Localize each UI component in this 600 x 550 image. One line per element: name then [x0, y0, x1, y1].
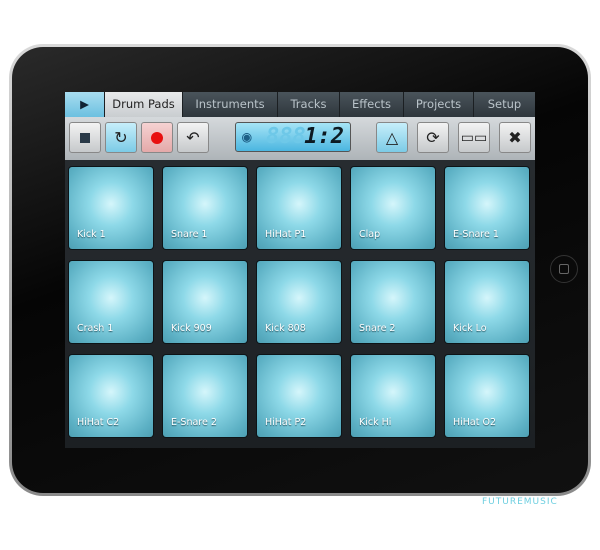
- tab-bar: ▶ Drum Pads Instruments Tracks Effects P…: [65, 92, 535, 117]
- drum-pad[interactable]: HiHat P2: [257, 355, 341, 437]
- play-button[interactable]: ▶: [65, 92, 105, 117]
- drum-pad[interactable]: Kick 808: [257, 261, 341, 343]
- piano-button[interactable]: ▭▭: [458, 122, 490, 153]
- drum-pad[interactable]: HiHat P1: [257, 167, 341, 249]
- metronome-icon: △: [385, 128, 399, 147]
- piano-icon: ▭▭: [460, 129, 488, 146]
- undo-icon: ↶: [186, 128, 200, 147]
- pad-label: Kick Lo: [453, 323, 487, 334]
- drum-pad[interactable]: E-Snare 1: [445, 167, 529, 249]
- pad-label: Crash 1: [77, 323, 114, 334]
- drum-pad[interactable]: HiHat O2: [445, 355, 529, 437]
- undo-button[interactable]: ↶: [177, 122, 209, 153]
- record-icon: [151, 131, 163, 144]
- pad-label: HiHat P2: [265, 417, 307, 428]
- loop-icon: ↻: [114, 128, 128, 147]
- home-button[interactable]: [550, 255, 578, 283]
- loop-button[interactable]: ↻: [105, 122, 137, 153]
- pad-label: E-Snare 1: [453, 229, 499, 240]
- pad-label: Clap: [359, 229, 381, 240]
- drum-pad[interactable]: Kick Lo: [445, 261, 529, 343]
- tab-tracks[interactable]: Tracks: [278, 92, 340, 117]
- pad-label: Kick Hi: [359, 417, 392, 428]
- toolbar: ↻ ↶ ◉ 888 1:2 △ ⟳ ▭▭ ✖: [65, 117, 535, 160]
- drum-pad[interactable]: Snare 1: [163, 167, 247, 249]
- pad-label: E-Snare 2: [171, 417, 217, 428]
- tab-projects[interactable]: Projects: [404, 92, 474, 117]
- drum-pad[interactable]: Kick Hi: [351, 355, 435, 437]
- fullscreen-button[interactable]: ✖: [499, 122, 531, 153]
- drum-pad[interactable]: Snare 2: [351, 261, 435, 343]
- display-dim-digits: 888: [266, 124, 306, 149]
- stop-button[interactable]: [69, 122, 101, 153]
- drum-pad[interactable]: HiHat C2: [69, 355, 153, 437]
- rotate-icon: ⟳: [426, 128, 440, 147]
- stop-icon: [80, 132, 90, 143]
- drum-pad[interactable]: Kick 909: [163, 261, 247, 343]
- play-icon: ▶: [80, 97, 89, 111]
- tab-instruments[interactable]: Instruments: [183, 92, 278, 117]
- pad-label: Snare 2: [359, 323, 396, 334]
- pad-label: Kick 808: [265, 323, 306, 334]
- tab-effects[interactable]: Effects: [340, 92, 404, 117]
- pad-label: Kick 1: [77, 229, 106, 240]
- pad-label: Snare 1: [171, 229, 208, 240]
- drum-pad[interactable]: Kick 1: [69, 167, 153, 249]
- drum-icon: ◉: [242, 127, 252, 146]
- drum-pad[interactable]: E-Snare 2: [163, 355, 247, 437]
- rotate-button[interactable]: ⟳: [417, 122, 449, 153]
- record-button[interactable]: [141, 122, 173, 153]
- expand-icon: ✖: [508, 128, 522, 147]
- app-screen: ▶ Drum Pads Instruments Tracks Effects P…: [65, 92, 535, 448]
- pad-label: Kick 909: [171, 323, 212, 334]
- drum-pad[interactable]: Crash 1: [69, 261, 153, 343]
- pad-label: HiHat P1: [265, 229, 307, 240]
- drum-pad[interactable]: Clap: [351, 167, 435, 249]
- tab-drum-pads[interactable]: Drum Pads: [105, 92, 183, 117]
- tab-setup[interactable]: Setup: [474, 92, 535, 117]
- pad-label: HiHat O2: [453, 417, 497, 428]
- futuremusic-watermark: FUTUREMUSIC: [482, 497, 558, 507]
- position-display: ◉ 888 1:2: [235, 122, 351, 152]
- pad-label: HiHat C2: [77, 417, 120, 428]
- display-value: 1:2: [304, 124, 344, 149]
- metronome-button[interactable]: △: [376, 122, 408, 153]
